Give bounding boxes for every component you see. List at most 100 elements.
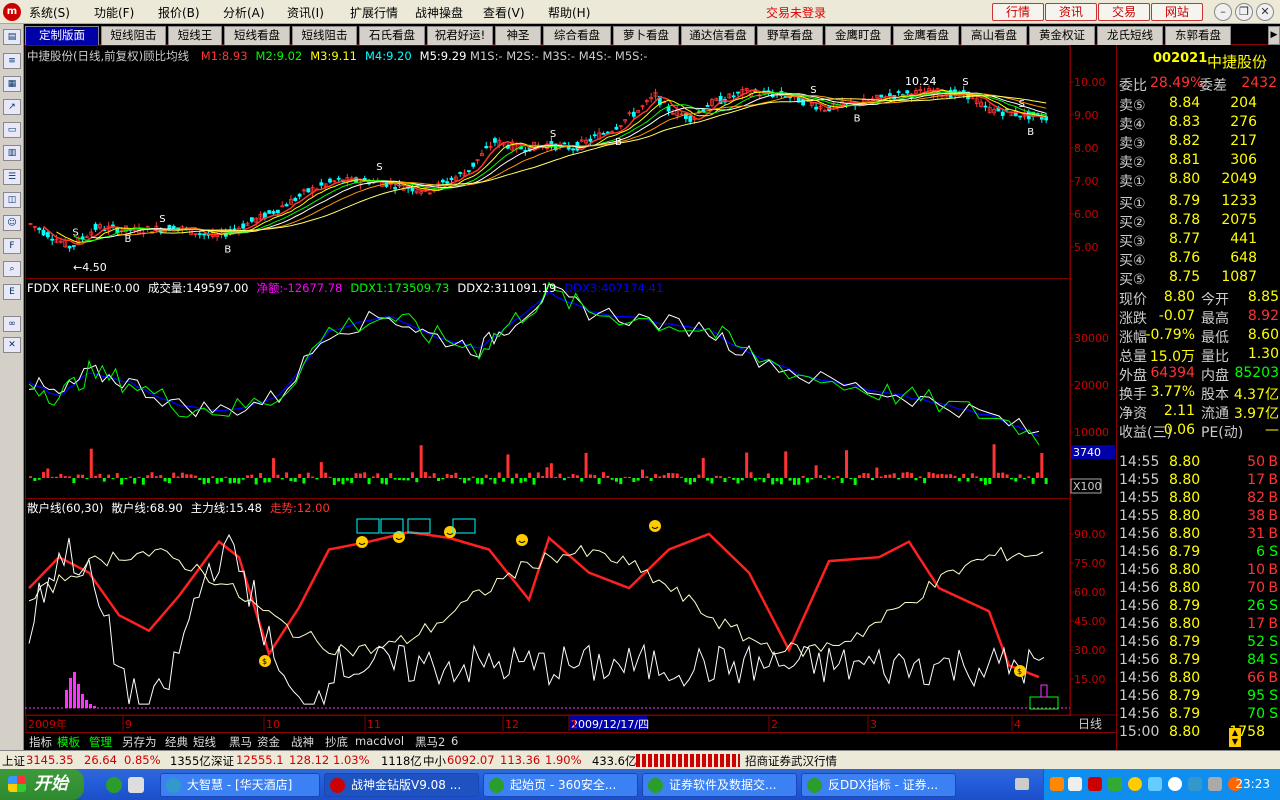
indicator-tab-6[interactable]: 黑马 — [229, 734, 252, 750]
taskbar: 开始 大智慧 - [华天酒店] 战神金钻版V9.08 ... 起始页 - 360… — [0, 769, 1280, 800]
sell-level-3: 卖③ 8.82 217 — [1119, 133, 1257, 152]
website-button[interactable]: 网站 — [1151, 3, 1203, 21]
indicator-tab-13[interactable]: 6 — [451, 734, 458, 748]
tray-help-icon[interactable] — [1088, 777, 1102, 791]
tab-9[interactable]: 萝卜看盘 — [613, 26, 679, 45]
task-dazhihui[interactable]: 大智慧 - [华天酒店] — [160, 773, 320, 797]
indicator-tab-1[interactable]: 模板 — [57, 734, 80, 750]
tray-volume-icon[interactable] — [1188, 777, 1202, 791]
tab-4[interactable]: 短线阻击 — [292, 26, 357, 45]
indicator-tab-5[interactable]: 短线 — [193, 734, 216, 750]
retail-bar — [77, 684, 80, 708]
layout-icon[interactable]: ▤ — [3, 29, 21, 45]
quicklaunch-icon[interactable] — [106, 777, 122, 793]
indicator-tab-4[interactable]: 经典 — [165, 734, 188, 750]
tab-1[interactable]: 短线阻击 — [101, 26, 166, 45]
etf-icon[interactable]: E — [3, 284, 21, 300]
menu-zhanshen[interactable]: 战神操盘 — [415, 4, 463, 21]
cross-icon[interactable]: ✕ — [3, 337, 21, 353]
ddx-y-tick: 10000 — [1074, 426, 1109, 439]
folder-icon[interactable]: ◫ — [3, 192, 21, 208]
tab-6[interactable]: 祝君好运! — [427, 26, 493, 45]
indicator-tab-2[interactable]: 管理 — [89, 734, 112, 750]
tab-12[interactable]: 金鹰盯盘 — [825, 26, 891, 45]
menu-quote[interactable]: 报价(B) — [158, 4, 200, 21]
tab-8[interactable]: 综合看盘 — [543, 26, 611, 45]
search-icon[interactable]: ⌕ — [3, 261, 21, 277]
window-icon[interactable]: ▭ — [3, 122, 21, 138]
tab-5[interactable]: 石氏看盘 — [359, 26, 425, 45]
tab-scroll-right-icon[interactable]: ▶ — [1268, 26, 1280, 45]
indicator-tab-12[interactable]: 黑马2 — [415, 734, 445, 750]
menu-help[interactable]: 帮助(H) — [548, 4, 590, 21]
chart-icon[interactable]: ↗ — [3, 99, 21, 115]
time-axis-label: 12 — [505, 718, 519, 731]
indicator-tab-11[interactable]: vol — [387, 734, 404, 748]
indicator-tab-8[interactable]: 战神 — [291, 734, 314, 750]
ma-label-1: M1:8.93 — [200, 49, 248, 63]
link-icon[interactable]: ∞ — [3, 316, 21, 332]
restore-icon[interactable]: ❐ — [1235, 3, 1253, 21]
menu-extended[interactable]: 扩展行情 — [350, 4, 398, 21]
tray-chat-icon[interactable] — [1068, 777, 1082, 791]
index-bar: 上证 3145.35 26.64 0.85% 1355亿 深证 12555.1 … — [0, 750, 1280, 769]
tab-3[interactable]: 短线看盘 — [224, 26, 290, 45]
tab-2[interactable]: 短线王 — [168, 26, 222, 45]
indicator-tab-7[interactable]: 资金 — [257, 734, 280, 750]
tab-7[interactable]: 神圣 — [495, 26, 541, 45]
desktop-icon[interactable] — [128, 777, 144, 793]
trade-button[interactable]: 交易 — [1098, 3, 1150, 21]
chart-area[interactable]: 10.00 9.00 8.00 7.00 6.00 5.00 30000 20000 10000… — [25, 45, 1116, 733]
tick-scroll-icon[interactable]: ▼ — [1229, 737, 1241, 747]
tray-360-icon[interactable] — [1168, 777, 1182, 791]
tab-0[interactable]: 定制版面 — [25, 26, 99, 45]
tab-14[interactable]: 高山看盘 — [961, 26, 1027, 45]
buy-signal: B — [124, 234, 131, 245]
tray-network-icon[interactable] — [1148, 777, 1162, 791]
users-icon[interactable]: ☺ — [3, 215, 21, 231]
menu-system[interactable]: 系统(S) — [29, 4, 70, 21]
ddx-scale: X100 — [1073, 480, 1102, 493]
stat-row-3: 总量 15.0万 量比 1.30 — [1119, 346, 1279, 365]
minimize-icon[interactable]: – — [1214, 3, 1232, 21]
sell-level-2: 卖② 8.81 306 — [1119, 152, 1257, 171]
tab-16[interactable]: 龙氏短线 — [1097, 26, 1163, 45]
menu-function[interactable]: 功能(F) — [94, 4, 134, 21]
tab-10[interactable]: 通达信看盘 — [681, 26, 755, 45]
table-icon[interactable]: ▥ — [3, 145, 21, 161]
menu-analysis[interactable]: 分析(A) — [223, 4, 265, 21]
tray-app-icon[interactable] — [1050, 777, 1064, 791]
menu-news[interactable]: 资讯(I) — [287, 4, 324, 21]
list-icon[interactable]: ≡ — [3, 53, 21, 69]
sell-level-5: 卖⑤ 8.84 204 — [1119, 95, 1257, 114]
keyboard-icon[interactable] — [1015, 778, 1029, 790]
menu-view[interactable]: 查看(V) — [483, 4, 525, 21]
tray-shield-icon[interactable] — [1108, 777, 1122, 791]
close-icon[interactable]: ✕ — [1256, 3, 1274, 21]
start-button[interactable]: 开始 — [0, 769, 84, 800]
indicator-tab-10[interactable]: macd — [355, 734, 387, 748]
tab-13[interactable]: 金鹰看盘 — [893, 26, 959, 45]
tray-monitor-icon[interactable] — [1208, 777, 1222, 791]
task-securities-software[interactable]: 证券软件及数据交... — [642, 773, 797, 797]
tab-11[interactable]: 野草看盘 — [757, 26, 823, 45]
task-360[interactable]: 起始页 - 360安全... — [483, 773, 638, 797]
indicator-tab-0[interactable]: 指标 — [29, 734, 52, 750]
tray-msn-icon[interactable] — [1128, 777, 1142, 791]
market-button[interactable]: 行情 — [992, 3, 1044, 21]
tab-17[interactable]: 东郭看盘 — [1165, 26, 1231, 45]
buy-level-5: 买⑤ 8.75 1087 — [1119, 269, 1257, 288]
tab-15[interactable]: 黄金权证 — [1029, 26, 1095, 45]
task-anti-ddx[interactable]: 反DDX指标 - 证券... — [801, 773, 956, 797]
quote-panel: 002021 中捷股份 委比 28.49% 委差 2432 卖⑤ 8.84 204 卖… — [1116, 45, 1280, 750]
f10-icon[interactable]: F — [3, 238, 21, 254]
task-zhanshen[interactable]: 战神金钻版V9.08 ... — [324, 773, 479, 797]
indicator-tab-9[interactable]: 抄底 — [325, 734, 348, 750]
indicator-tab-3[interactable]: 另存为 — [122, 734, 157, 750]
news-button[interactable]: 资讯 — [1045, 3, 1097, 21]
tick-row: 14:56 8.79 84 S — [1119, 652, 1278, 668]
grid-icon[interactable]: ▦ — [3, 76, 21, 92]
report-icon[interactable]: ☰ — [3, 169, 21, 185]
time-axis-label: 9 — [125, 718, 132, 731]
low-price-label: ←4.50 — [73, 261, 107, 274]
